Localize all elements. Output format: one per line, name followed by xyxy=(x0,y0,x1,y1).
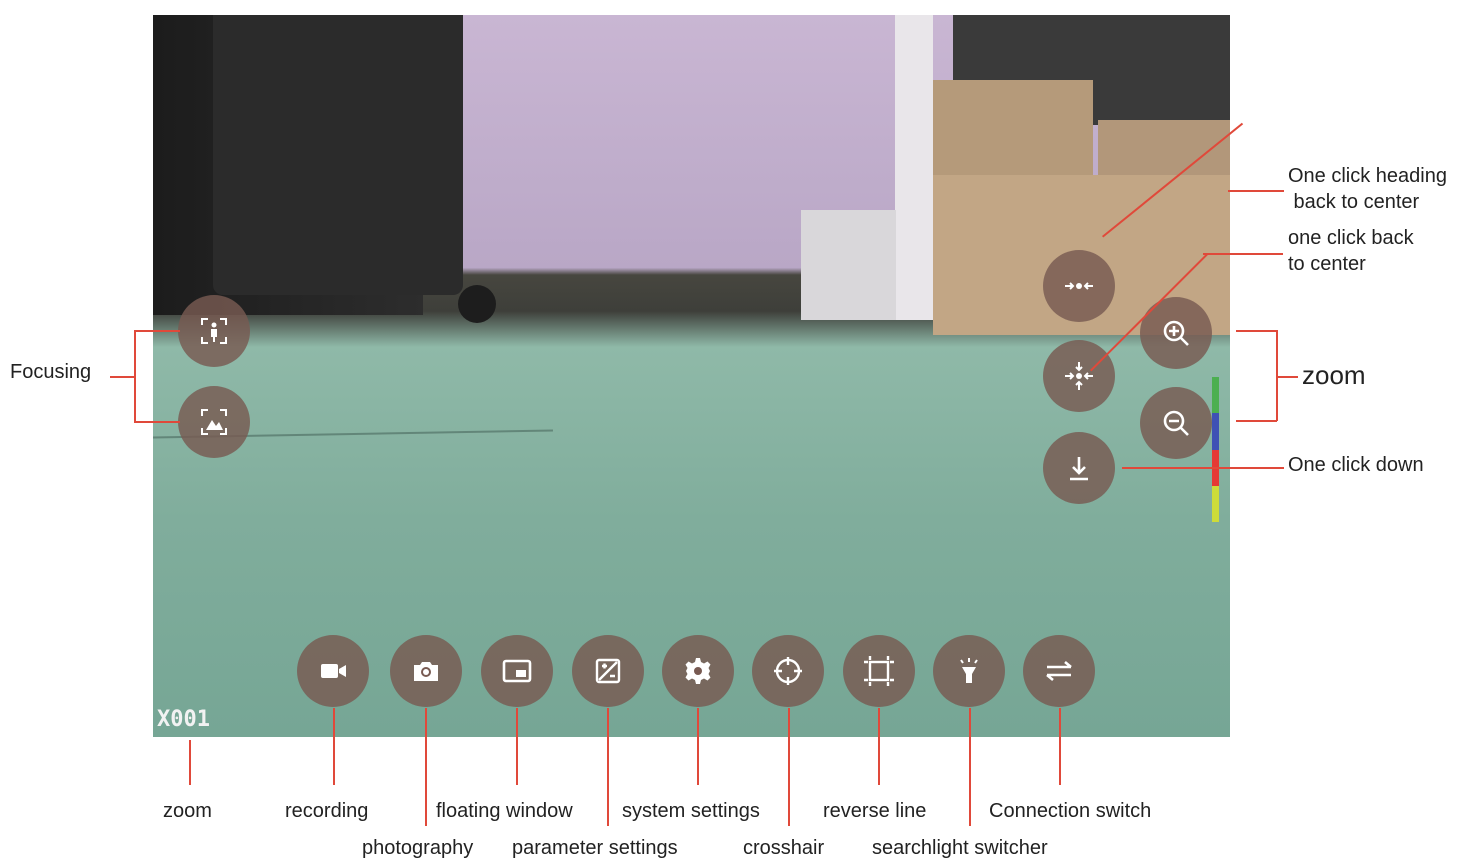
label-focusing: Focusing xyxy=(10,361,92,383)
swap-arrows-icon xyxy=(1046,661,1072,681)
bracket-line xyxy=(1236,420,1277,422)
leader-line xyxy=(1122,467,1284,469)
gear-icon xyxy=(685,658,711,684)
label-recording: recording xyxy=(285,800,369,822)
video-camera-icon xyxy=(321,664,346,678)
recording-button[interactable] xyxy=(297,635,369,707)
camera-id-label: X001 xyxy=(157,707,210,732)
bracket-line xyxy=(134,421,180,423)
focus-landscape-button[interactable] xyxy=(178,386,250,458)
label-back-center-line2: to center xyxy=(1288,253,1366,275)
frame-icon xyxy=(864,656,894,686)
label-heading-center-line1: One click heading xyxy=(1288,165,1447,187)
system-settings-button[interactable] xyxy=(662,635,734,707)
bracket-line xyxy=(134,330,136,422)
parameter-settings-button[interactable] xyxy=(572,635,644,707)
one-click-down-button[interactable] xyxy=(1043,432,1115,504)
photography-button[interactable] xyxy=(390,635,462,707)
leader-line xyxy=(1203,253,1283,255)
reverse-line-button[interactable] xyxy=(843,635,915,707)
zoom-bar-segment-green xyxy=(1212,377,1219,414)
searchlight-button[interactable] xyxy=(933,635,1005,707)
label-zoom-right: zoom xyxy=(1302,360,1366,390)
zoom-out-icon xyxy=(1163,410,1189,436)
heading-center-icon xyxy=(1065,282,1093,290)
zoom-bar-segment-blue xyxy=(1212,413,1219,450)
crosshair-icon xyxy=(774,657,802,685)
leader-line xyxy=(425,708,427,826)
leader-line xyxy=(969,708,971,826)
floating-window-button[interactable] xyxy=(481,635,553,707)
leader-line xyxy=(1228,190,1284,192)
scene-pillar xyxy=(895,15,933,320)
leader-line xyxy=(788,708,790,826)
flashlight-icon xyxy=(960,658,978,683)
leader-line xyxy=(607,708,609,826)
label-floating-window: floating window xyxy=(436,800,573,822)
label-heading-center-line2: back to center xyxy=(1288,191,1420,213)
zoom-out-button[interactable] xyxy=(1140,387,1212,459)
zoom-bar-segment-yellow xyxy=(1212,485,1219,522)
focus-portrait-icon xyxy=(201,318,227,344)
zoom-level-bar xyxy=(1212,377,1219,522)
label-one-click-down: One click down xyxy=(1288,454,1424,476)
label-zoom-bottom: zoom xyxy=(163,800,212,822)
scene-wheel xyxy=(458,285,496,323)
label-parameter-settings: parameter settings xyxy=(512,837,678,859)
bracket-line xyxy=(1276,330,1278,421)
label-back-center-line1: one click back xyxy=(1288,227,1414,249)
bracket-line xyxy=(1236,330,1277,332)
label-crosshair: crosshair xyxy=(743,837,825,859)
label-reverse-line: reverse line xyxy=(823,800,927,822)
label-searchlight-switcher: searchlight switcher xyxy=(872,837,1048,859)
exposure-icon xyxy=(595,658,621,684)
label-photography: photography xyxy=(362,837,474,859)
leader-line xyxy=(697,708,699,785)
back-center-button[interactable] xyxy=(1043,340,1115,412)
label-connection-switch: Connection switch xyxy=(989,800,1152,822)
picture-in-picture-icon xyxy=(502,659,532,683)
leader-line xyxy=(516,708,518,785)
leader-line xyxy=(189,740,191,785)
leader-line xyxy=(110,376,134,378)
heading-center-button[interactable] xyxy=(1043,250,1115,322)
download-arrow-icon xyxy=(1070,457,1088,481)
back-center-icon xyxy=(1065,362,1093,390)
scene-trash-bin xyxy=(213,15,463,295)
leader-line xyxy=(1059,708,1061,785)
leader-line xyxy=(878,708,880,785)
zoom-in-icon xyxy=(1163,320,1189,346)
focus-landscape-icon xyxy=(201,409,227,435)
leader-line xyxy=(1276,376,1298,378)
label-system-settings: system settings xyxy=(622,800,760,822)
connection-switch-button[interactable] xyxy=(1023,635,1095,707)
crosshair-button[interactable] xyxy=(752,635,824,707)
leader-line xyxy=(333,708,335,785)
camera-icon xyxy=(414,662,438,681)
focus-portrait-button[interactable] xyxy=(178,295,250,367)
bracket-line xyxy=(134,330,180,332)
scene-small-box xyxy=(801,210,896,320)
